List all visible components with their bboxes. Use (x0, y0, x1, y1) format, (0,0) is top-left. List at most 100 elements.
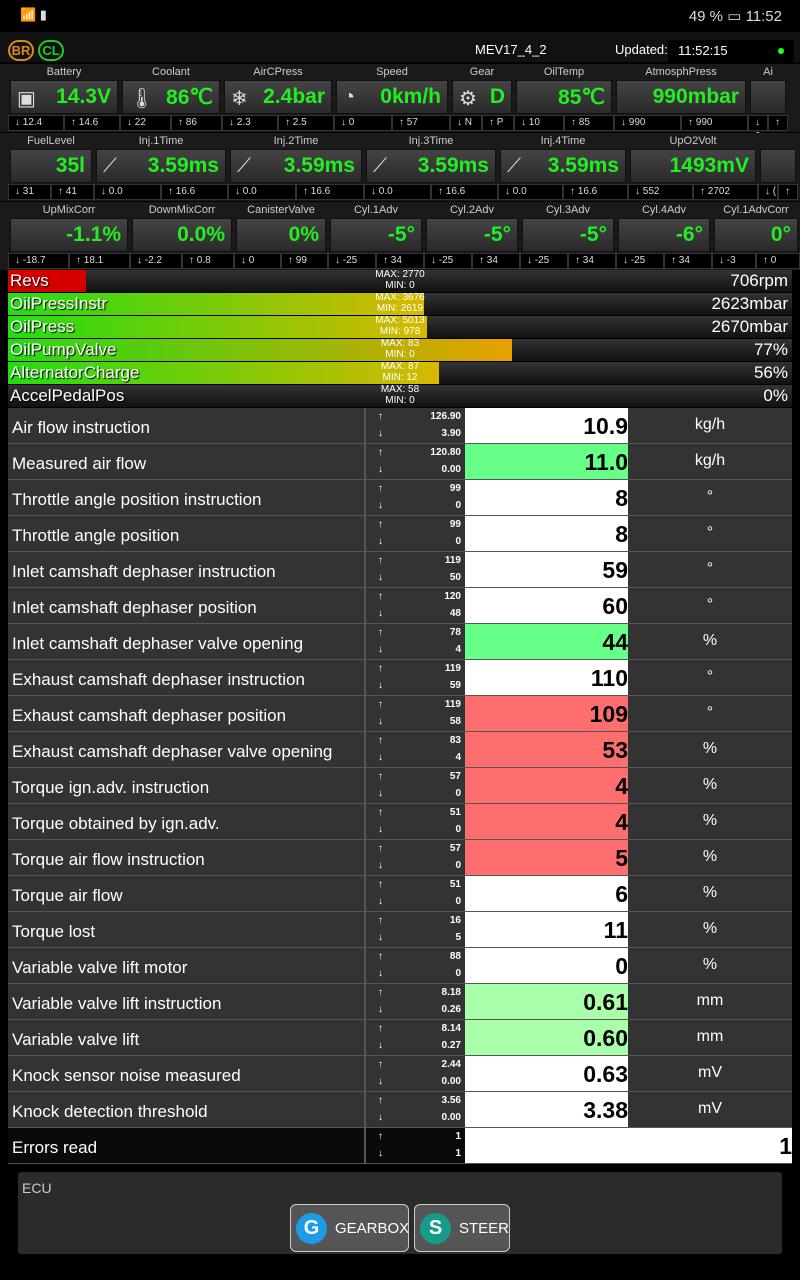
gauge-max: ↑ 34 (568, 253, 616, 269)
gauge[interactable]: Cyl.3Adv -5° ↓ -25 ↑ 34 (520, 202, 616, 270)
gauge[interactable]: DownMixCorr 0.0% ↓ -2.2 ↑ 0.8 (130, 202, 234, 270)
gauge[interactable]: AirCPress ❄ 2.4bar ↓ 2.3 ↑ 2.5 (222, 64, 334, 132)
min-arrow-icon: ↓ (378, 752, 383, 763)
gauge[interactable]: Inj.1Time ⟋ 3.59ms ↓ 0.0 ↑ 16.6 (94, 133, 228, 201)
row-max: 99 (449, 483, 461, 494)
row-value: 59 (465, 552, 628, 587)
table-row[interactable]: Variable valve lift ↑ ↓ 8.14 0.27 0.60 mm (8, 1020, 792, 1056)
row-label: Torque lost (8, 912, 366, 947)
gauge[interactable]: Cyl.4Adv -6° ↓ -25 ↑ 34 (616, 202, 712, 270)
gauge-box: -5° (426, 218, 518, 252)
gauge-box: 85℃ (516, 80, 612, 114)
min-arrow-icon: ↓ (378, 896, 383, 907)
gauge[interactable]: Inj.2Time ⟋ 3.59ms ↓ 0.0 ↑ 16.6 (228, 133, 364, 201)
table-row[interactable]: Variable valve lift motor ↑ ↓ 88 0 0 % (8, 948, 792, 984)
gauge[interactable]: UpMixCorr -1.1% ↓ -18.7 ↑ 18.1 (8, 202, 130, 270)
min-arrow-icon: ↓ (378, 1148, 383, 1159)
cl-badge[interactable]: CL (38, 40, 64, 61)
table-row[interactable]: Knock detection threshold ↑ ↓ 3.56 0.00 3.3… (8, 1092, 792, 1128)
row-max: 3.56 (441, 1095, 461, 1106)
g-icon: G (296, 1213, 327, 1244)
row-unit: % (702, 776, 718, 793)
table-row[interactable]: Exhaust camshaft dephaser valve opening … (8, 732, 792, 768)
table-row[interactable]: Air flow instruction ↑ ↓ 126.90 3.90 10.9 k… (8, 408, 792, 444)
injector-icon: ⟋ (373, 155, 387, 177)
gauge-box: ⟋ 3.59ms (500, 149, 626, 183)
table-row[interactable]: Throttle angle position instruction ↑ ↓ 99… (8, 480, 792, 516)
gauge[interactable]: Inj.4Time ⟋ 3.59ms ↓ 0.0 ↑ 16.6 (498, 133, 628, 201)
min-arrow-icon: ↓ (378, 500, 383, 511)
max-arrow-icon: ↑ (378, 555, 383, 566)
gauge[interactable]: OilTemp 85℃ ↓ 10 ↑ 85 (514, 64, 614, 132)
gauge[interactable]: Cyl.1Adv -5° ↓ -25 ↑ 34 (328, 202, 424, 270)
gauge[interactable]: Coolant 🌡 86℃ ↓ 22 ↑ 86 (120, 64, 222, 132)
table-row[interactable]: Knock sensor noise measured ↑ ↓ 2.44 0.00 0… (8, 1056, 792, 1092)
row-minmax: ↑ ↓ 119 50 (366, 552, 465, 587)
table-row[interactable]: Torque air flow ↑ ↓ 51 0 6 % (8, 876, 792, 912)
row-max: 8.14 (441, 1023, 461, 1034)
row-minmax: ↑ ↓ 88 0 (366, 948, 465, 983)
table-row[interactable]: Errors read ↑ ↓ 1 1 1 (8, 1128, 792, 1164)
gauge-title: Inj.1Time (138, 135, 184, 147)
min-arrow-icon: ↓ (378, 824, 383, 835)
bar-min: MIN: 978 (379, 326, 421, 337)
gauge-value: 14.3V (56, 85, 111, 108)
gauge[interactable]: UpO2Volt 1493mV ↓ 552 ↑ 2702 (628, 133, 758, 201)
row-max: 119 (444, 699, 461, 710)
gauge-title: Inj.3Time (408, 135, 454, 147)
bar-min: MIN: 12 (382, 372, 418, 383)
table-row[interactable]: Throttle angle position ↑ ↓ 99 0 8 ° (8, 516, 792, 552)
row-min: 0 (455, 860, 461, 871)
row-label: Variable valve lift motor (8, 948, 366, 983)
gearbox-label: GEARBOX (335, 1220, 410, 1237)
row-max: 83 (449, 735, 461, 746)
table-row[interactable]: Variable valve lift instruction ↑ ↓ 8.18 0.… (8, 984, 792, 1020)
gauge[interactable]: FuelLevel 35l ↓ 31 ↑ 41 (8, 133, 94, 201)
gauge-value: 0km/h (380, 85, 441, 108)
row-min: 3.90 (441, 428, 461, 439)
gauge-title: Inj.2Time (273, 135, 319, 147)
gauge-box: -1.1% (10, 218, 128, 252)
row-min: 4 (455, 644, 461, 655)
gauge[interactable]: Inj.3Time ⟋ 3.59ms ↓ 0.0 ↑ 16.6 (364, 133, 498, 201)
row-label: Torque obtained by ign.adv. (8, 804, 366, 839)
gearbox-button[interactable]: G GEARBOX (290, 1204, 409, 1252)
table-row[interactable]: Torque lost ↑ ↓ 16 5 11 % (8, 912, 792, 948)
gauge-value: -6° (675, 223, 703, 246)
gauge[interactable]: Battery ▣ 14.3V ↓ 12.4 ↑ 14.6 (8, 64, 120, 132)
injector-icon: ⟋ (237, 155, 251, 177)
row-minmax: ↑ ↓ 51 0 (366, 804, 465, 839)
gauge[interactable]: Cyl.1AdvCorr 0° ↓ -3 ↑ 0 (712, 202, 800, 270)
table-row[interactable]: Inlet camshaft dephaser instruction ↑ ↓ 11… (8, 552, 792, 588)
gauge[interactable]: Cyl.2Adv -5° ↓ -25 ↑ 34 (424, 202, 520, 270)
row-value: 44 (465, 624, 628, 659)
bar-name: OilPumpValve (10, 340, 117, 359)
ecu-panel: ECU G GEARBOX S STEER (18, 1172, 782, 1254)
table-row[interactable]: Inlet camshaft dephaser position ↑ ↓ 120 48… (8, 588, 792, 624)
gauge[interactable]: CanisterValve 0% ↓ 0 ↑ 99 (234, 202, 328, 270)
table-row[interactable]: Measured air flow ↑ ↓ 120.80 0.00 11.0 kg/h (8, 444, 792, 480)
min-arrow-icon: ↓ (378, 716, 383, 727)
row-unit: mV (698, 1064, 722, 1081)
max-arrow-icon: ↑ (378, 843, 383, 854)
row-minmax: ↑ ↓ 3.56 0.00 (366, 1092, 465, 1127)
br-badge[interactable]: BR (8, 40, 34, 61)
gauge-box: 990mbar (616, 80, 746, 114)
table-row[interactable]: Torque air flow instruction ↑ ↓ 57 0 5 % (8, 840, 792, 876)
min-arrow-icon: ↓ (378, 464, 383, 475)
row-minmax: ↑ ↓ 8.18 0.26 (366, 984, 465, 1019)
table-row[interactable]: Torque obtained by ign.adv. ↑ ↓ 51 0 4 % (8, 804, 792, 840)
gauge-box: ▣ 14.3V (10, 80, 118, 114)
gauge[interactable]: ↓ (↑ (758, 133, 798, 201)
table-row[interactable]: Exhaust camshaft dephaser instruction ↑ ↓… (8, 660, 792, 696)
gauge[interactable]: Speed ◔ 0km/h ↓ 0 ↑ 57 (334, 64, 450, 132)
table-row[interactable]: Torque ign.adv. instruction ↑ ↓ 57 0 4 % (8, 768, 792, 804)
gauge-min: ↓ 12.4 (8, 115, 64, 131)
steer-button[interactable]: S STEER (414, 1204, 510, 1252)
gauge[interactable]: Gear ⚙ D ↓ N ↑ P (450, 64, 514, 132)
gauge[interactable]: AtmosphPress 990mbar ↓ 990 ↑ 990 (614, 64, 748, 132)
bar-name: OilPress (10, 317, 75, 336)
gauge[interactable]: Ai ↓ 0↑ (748, 64, 788, 142)
table-row[interactable]: Inlet camshaft dephaser valve opening ↑ ↓… (8, 624, 792, 660)
table-row[interactable]: Exhaust camshaft dephaser position ↑ ↓ 119… (8, 696, 792, 732)
